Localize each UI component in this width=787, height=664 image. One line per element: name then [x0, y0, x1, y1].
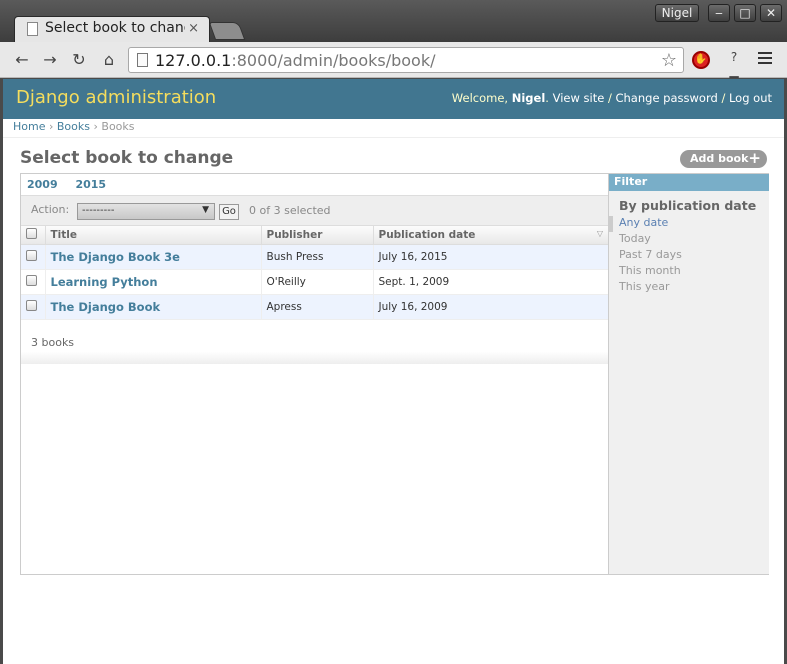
menu-icon[interactable]	[758, 52, 772, 66]
select-all-checkbox[interactable]	[26, 227, 37, 239]
date-cell: July 16, 2015	[372, 244, 608, 270]
row-checkbox[interactable]	[26, 249, 37, 261]
stop-extension-icon[interactable]: ✋	[692, 51, 710, 69]
date-link-2009[interactable]: 2009	[27, 178, 58, 191]
reload-icon[interactable]: ↻	[69, 50, 89, 70]
breadcrumb-home[interactable]: Home	[13, 120, 45, 133]
filter-options: Any date Today Past 7 days This month Th…	[609, 216, 769, 296]
date-cell: July 16, 2009	[372, 294, 608, 320]
sort-descending-icon[interactable]: ▽	[597, 229, 603, 238]
page-icon	[137, 53, 148, 67]
table-row: The Django Book Apress July 16, 2009	[21, 294, 608, 320]
action-label: Action:	[31, 203, 70, 216]
change-password-link[interactable]: Change password	[615, 91, 717, 105]
dropdown-arrow-icon: ▼	[202, 205, 209, 215]
filter-option-past-7-days[interactable]: Past 7 days	[619, 248, 769, 264]
action-select[interactable]: --------- ▼	[77, 203, 215, 220]
filter-option-any-date[interactable]: Any date	[609, 216, 769, 232]
back-icon[interactable]: ←	[12, 50, 32, 70]
address-bar[interactable]: 127.0.0.1:8000/admin/books/book/ ☆	[128, 47, 684, 73]
table-row: Learning Python O'Reilly Sept. 1, 2009	[21, 269, 608, 295]
tab-close-icon[interactable]: ×	[188, 21, 199, 36]
filter-option-today[interactable]: Today	[619, 232, 769, 248]
filter-section-title: By publication date	[619, 198, 757, 213]
selection-counter: 0 of 3 selected	[249, 204, 331, 217]
column-header-publication-date[interactable]: Publication date ▽	[372, 226, 608, 245]
username: Nigel	[511, 91, 546, 105]
plus-icon: +	[748, 149, 761, 167]
minimize-button[interactable]: ‒	[708, 4, 730, 22]
new-tab-button[interactable]	[208, 22, 246, 40]
select-all-header	[21, 226, 45, 245]
row-checkbox[interactable]	[26, 274, 37, 286]
breadcrumb-books-app[interactable]: Books	[57, 120, 90, 133]
column-header-publisher[interactable]: Publisher	[260, 226, 373, 245]
date-link-2015[interactable]: 2015	[75, 178, 106, 191]
profile-button[interactable]: Nigel	[655, 4, 699, 22]
actions-bar: Action: --------- ▼ Go 0 of 3 selected	[21, 196, 608, 226]
results-table: Title Publisher Publication date ▽ The Dj…	[21, 226, 608, 320]
filter-sidebar: Filter By publication date Any date Toda…	[608, 174, 769, 574]
publisher-cell: Apress	[260, 294, 373, 320]
tab-title: Select book to change	[45, 20, 185, 36]
publisher-cell: Bush Press	[260, 244, 373, 270]
changelist: 2009 2015 Action: --------- ▼ Go 0 of 3 …	[20, 173, 769, 575]
title-bar: Select book to change × Nigel ‒ □ ✕	[0, 0, 787, 42]
browser-window: Select book to change × Nigel ‒ □ ✕ ← → …	[0, 0, 787, 664]
publisher-cell: O'Reilly	[260, 269, 373, 295]
book-title-link[interactable]: The Django Book 3e	[51, 250, 180, 264]
row-checkbox[interactable]	[26, 299, 37, 311]
filter-option-this-year[interactable]: This year	[619, 280, 769, 296]
filter-option-this-month[interactable]: This month	[619, 264, 769, 280]
forward-icon[interactable]: →	[40, 50, 60, 70]
log-out-link[interactable]: Log out	[729, 91, 772, 105]
date-hierarchy: 2009 2015	[21, 174, 608, 196]
add-book-button[interactable]: Add book +	[680, 149, 767, 168]
admin-header: Django administration Welcome, Nigel. Vi…	[3, 79, 784, 119]
date-cell: Sept. 1, 2009	[372, 269, 608, 295]
maximize-button[interactable]: □	[734, 4, 756, 22]
bookmark-star-icon[interactable]: ☆	[661, 50, 677, 71]
page-icon	[27, 22, 38, 36]
filter-heading: Filter	[609, 174, 769, 191]
view-site-link[interactable]: View site	[553, 91, 605, 105]
page-content: Django administration Welcome, Nigel. Vi…	[3, 79, 784, 664]
page-title: Select book to change	[20, 148, 234, 168]
browser-tab[interactable]: Select book to change ×	[14, 16, 210, 42]
table-row: The Django Book 3e Bush Press July 16, 2…	[21, 244, 608, 270]
user-tools: Welcome, Nigel. View site / Change passw…	[451, 91, 772, 105]
go-button[interactable]: Go	[219, 204, 239, 220]
close-window-button[interactable]: ✕	[760, 4, 782, 22]
site-branding[interactable]: Django administration	[16, 87, 216, 108]
breadcrumb: Home › Books › Books	[3, 119, 784, 138]
paginator: 3 books	[21, 322, 608, 364]
column-header-title[interactable]: Title	[44, 226, 261, 245]
breadcrumb-current: Books	[101, 120, 135, 133]
extension-icon[interactable]: ? ▁	[724, 50, 744, 78]
home-icon[interactable]: ⌂	[99, 50, 119, 70]
book-title-link[interactable]: Learning Python	[51, 275, 158, 289]
browser-toolbar: ← → ↻ ⌂ 127.0.0.1:8000/admin/books/book/…	[0, 42, 787, 78]
url-text: 127.0.0.1:8000/admin/books/book/	[155, 51, 436, 70]
book-title-link[interactable]: The Django Book	[51, 300, 161, 314]
